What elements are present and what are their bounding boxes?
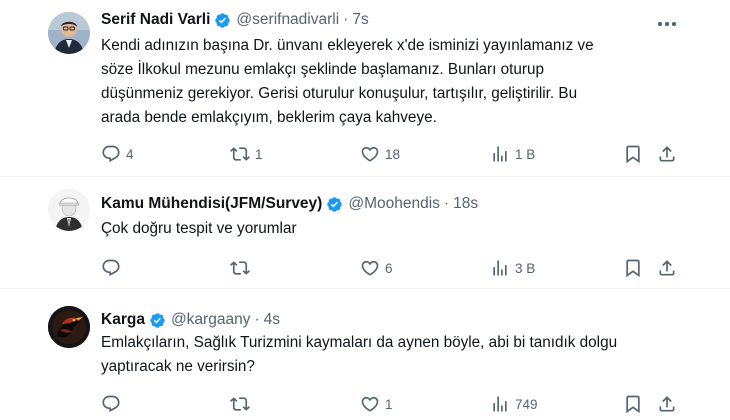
tweet-text-line: Kendi adınızın başına Dr. ünvanı ekleyer… bbox=[101, 37, 594, 54]
views-icon bbox=[493, 396, 507, 412]
share-icon bbox=[659, 260, 675, 276]
bookmark-button[interactable] bbox=[623, 142, 643, 166]
views-button[interactable]: 749 bbox=[490, 392, 538, 416]
repost-icon bbox=[230, 261, 250, 275]
timestamp[interactable]: 7s bbox=[352, 11, 368, 29]
share-button[interactable] bbox=[657, 256, 677, 280]
tweet[interactable]: Serif Nadi Varli @serifnadivarli · 7s Ke… bbox=[0, 0, 730, 176]
verified-badge-icon bbox=[327, 196, 343, 212]
avatar-crow-icon bbox=[48, 306, 90, 348]
author-name[interactable]: Karga bbox=[101, 311, 145, 329]
like-button[interactable]: 18 bbox=[360, 142, 400, 166]
like-count: 18 bbox=[385, 146, 401, 162]
reply-icon bbox=[102, 259, 120, 277]
like-count: 1 bbox=[385, 396, 393, 412]
tweet-text-line: düşünmeniz gerekiyor. Gerisi oturulur ko… bbox=[101, 85, 578, 102]
share-icon bbox=[659, 146, 675, 162]
views-button[interactable]: 3 B bbox=[490, 256, 535, 280]
tweet-text: Çok doğru tespit ve yorumlar bbox=[101, 217, 701, 241]
author-handle[interactable]: @kargaany bbox=[171, 311, 251, 329]
tweet-text-line: yaptıracak ne verirsin? bbox=[101, 358, 255, 375]
views-icon bbox=[493, 146, 507, 162]
share-icon bbox=[659, 396, 675, 412]
avatar-engineer-icon bbox=[48, 189, 90, 231]
more-icon[interactable] bbox=[656, 17, 678, 31]
views-count: 1 B bbox=[515, 146, 536, 162]
action-bar: 1 749 bbox=[0, 392, 730, 416]
like-button[interactable]: 6 bbox=[360, 256, 393, 280]
views-count: 3 B bbox=[515, 260, 536, 276]
bookmark-icon bbox=[626, 395, 640, 414]
heart-icon bbox=[361, 260, 379, 276]
heart-icon bbox=[361, 146, 379, 162]
repost-button[interactable] bbox=[230, 392, 255, 416]
author-name[interactable]: Serif Nadi Varli bbox=[101, 11, 210, 29]
like-count: 6 bbox=[385, 260, 393, 276]
views-icon bbox=[493, 260, 507, 276]
repost-icon bbox=[230, 397, 250, 411]
tweet-text-line: Çok doğru tespit ve yorumlar bbox=[101, 220, 297, 237]
repost-count: 1 bbox=[255, 146, 263, 162]
avatar[interactable] bbox=[48, 306, 90, 348]
tweet[interactable]: Kamu Mühendisi(JFM/Survey) @Moohendis · … bbox=[0, 177, 730, 288]
like-button[interactable]: 1 bbox=[360, 392, 393, 416]
author-handle[interactable]: @serifnadivarli bbox=[236, 11, 339, 29]
heart-icon bbox=[361, 396, 379, 412]
repost-button[interactable]: 1 bbox=[230, 142, 263, 166]
avatar-photo-icon bbox=[48, 12, 90, 54]
repost-button[interactable] bbox=[230, 256, 255, 280]
reply-icon bbox=[102, 145, 120, 163]
reply-icon bbox=[102, 395, 120, 413]
avatar[interactable] bbox=[48, 12, 90, 54]
verified-badge-icon bbox=[150, 312, 165, 328]
avatar[interactable] bbox=[48, 189, 90, 231]
tweet-text-line: arada bende emlakçıyım, beklerim çaya ka… bbox=[101, 109, 437, 126]
separator-dot: · bbox=[343, 11, 349, 28]
timestamp[interactable]: 4s bbox=[264, 311, 280, 329]
tweet-text: Emlakçıların, Sağlık Turizmini kaymaları… bbox=[101, 331, 701, 379]
reply-button[interactable] bbox=[101, 392, 126, 416]
bookmark-button[interactable] bbox=[623, 256, 643, 280]
tweet[interactable]: Karga @kargaany · 4s Emlakçıların, Sağlı… bbox=[0, 289, 730, 420]
views-button[interactable]: 1 B bbox=[490, 142, 535, 166]
action-bar: 6 3 B bbox=[0, 256, 730, 280]
author-name[interactable]: Kamu Mühendisi(JFM/Survey) bbox=[101, 195, 322, 213]
author-handle[interactable]: @Moohendis bbox=[348, 195, 440, 213]
tweet-text-line: söze İlkokul mezunu emlakçı şeklinde baş… bbox=[101, 61, 544, 78]
reply-button[interactable] bbox=[101, 256, 126, 280]
reply-button[interactable]: 4 bbox=[101, 142, 134, 166]
share-button[interactable] bbox=[657, 392, 677, 416]
timestamp[interactable]: 18s bbox=[453, 195, 478, 213]
bookmark-button[interactable] bbox=[623, 392, 643, 416]
separator-dot: · bbox=[254, 311, 260, 328]
separator-dot: · bbox=[443, 195, 450, 212]
tweet-text: Kendi adınızın başına Dr. ünvanı ekleyer… bbox=[101, 34, 701, 130]
action-bar: 4 1 18 1 B bbox=[0, 142, 730, 166]
verified-badge-icon bbox=[215, 12, 231, 28]
tweet-text-line: Emlakçıların, Sağlık Turizmini kaymaları… bbox=[101, 334, 618, 351]
bookmark-icon bbox=[626, 259, 640, 278]
repost-icon bbox=[230, 147, 250, 161]
views-count: 749 bbox=[515, 396, 538, 412]
reply-count: 4 bbox=[126, 146, 134, 162]
share-button[interactable] bbox=[657, 142, 677, 166]
bookmark-icon bbox=[626, 145, 640, 164]
